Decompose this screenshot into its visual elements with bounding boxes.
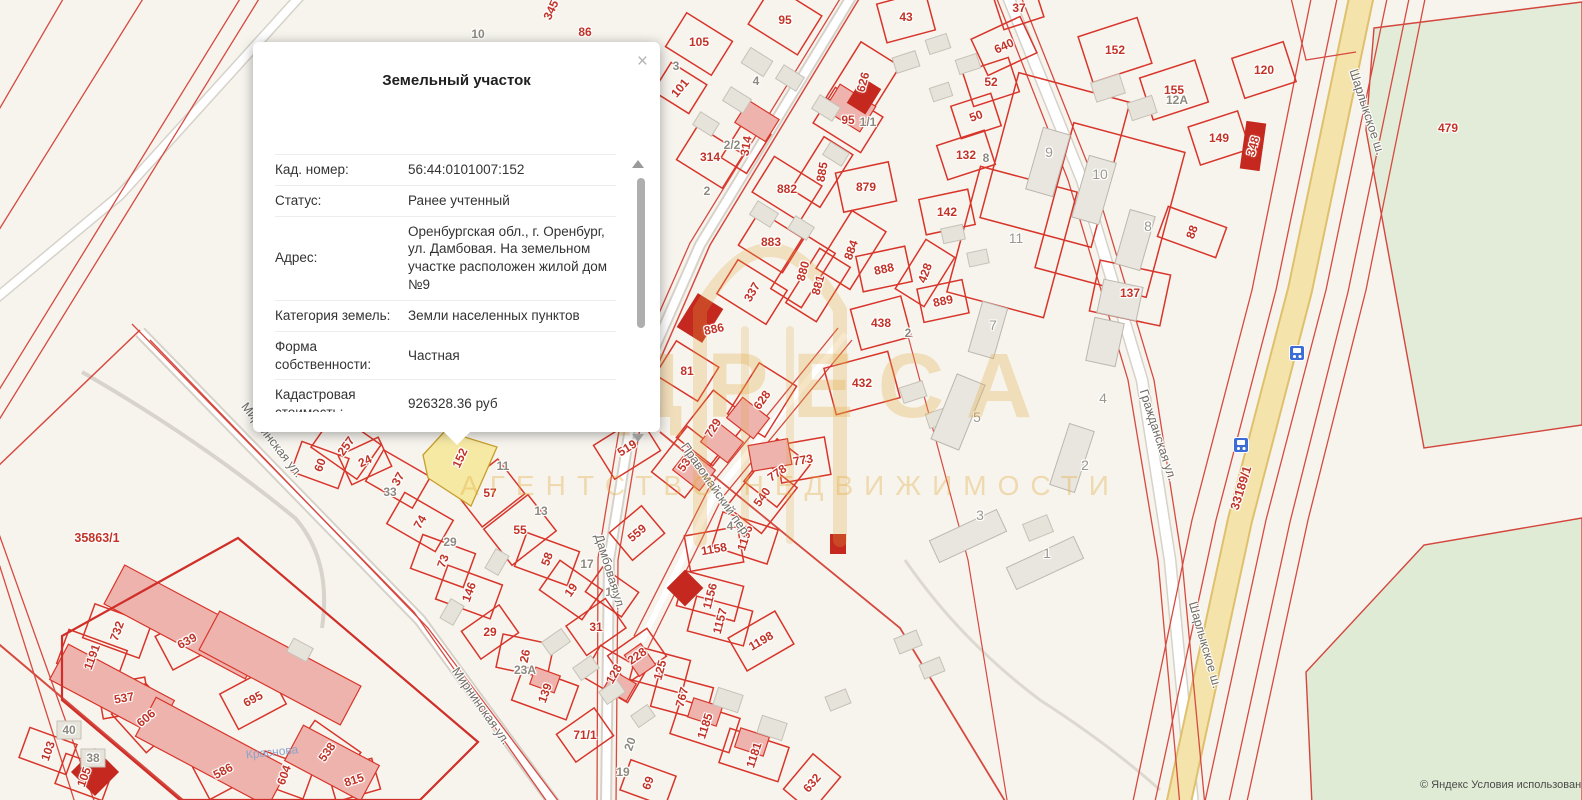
parcel-info-popup: × Земельный участок Кад. номер:56:44:010… [253, 42, 660, 432]
info-row: Кад. номер:56:44:0101007:152 [275, 155, 616, 186]
map-attribution: © Яндекс Условия использования [1420, 779, 1582, 791]
map-canvas[interactable] [0, 0, 1582, 800]
field-value: Земли населенных пунктов [408, 307, 616, 325]
close-icon[interactable]: × [637, 52, 648, 71]
parcel-attributes: Кад. номер:56:44:0101007:152Статус:Ранее… [275, 154, 616, 412]
scrollbar-thumb[interactable] [637, 178, 645, 328]
field-label: Категория земель: [275, 307, 408, 325]
scroll-up-icon[interactable] [632, 160, 644, 168]
field-label: Кад. номер: [275, 161, 408, 179]
field-value: Ранее учтенный [408, 192, 616, 210]
bus-stop-icon[interactable] [1289, 345, 1305, 361]
field-label: Кадастровая стоимость: [275, 386, 408, 412]
field-value: Оренбургская обл., г. Оренбург, ул. Дамб… [408, 223, 616, 294]
info-row: Статус:Ранее учтенный [275, 186, 616, 217]
info-row: Кадастровая стоимость:926328.36 руб [275, 380, 616, 412]
bus-stop-icon[interactable] [1233, 437, 1249, 453]
field-label: Статус: [275, 192, 408, 210]
info-row: Категория земель:Земли населенных пункто… [275, 301, 616, 332]
popup-title: Земельный участок [253, 42, 660, 89]
info-row: Форма собственности:Частная [275, 332, 616, 381]
field-label: Форма собственности: [275, 338, 408, 374]
field-value: 56:44:0101007:152 [408, 161, 616, 179]
field-label: Адрес: [275, 249, 408, 267]
field-value: Частная [408, 347, 616, 365]
scroll-down-icon[interactable] [632, 434, 644, 442]
info-row: Адрес:Оренбургская обл., г. Оренбург, ул… [275, 217, 616, 301]
popup-pointer [443, 431, 471, 459]
field-value: 926328.36 руб [408, 395, 616, 412]
cadastral-map-app: { "popup": { "title": "Земельный участок… [0, 0, 1582, 800]
